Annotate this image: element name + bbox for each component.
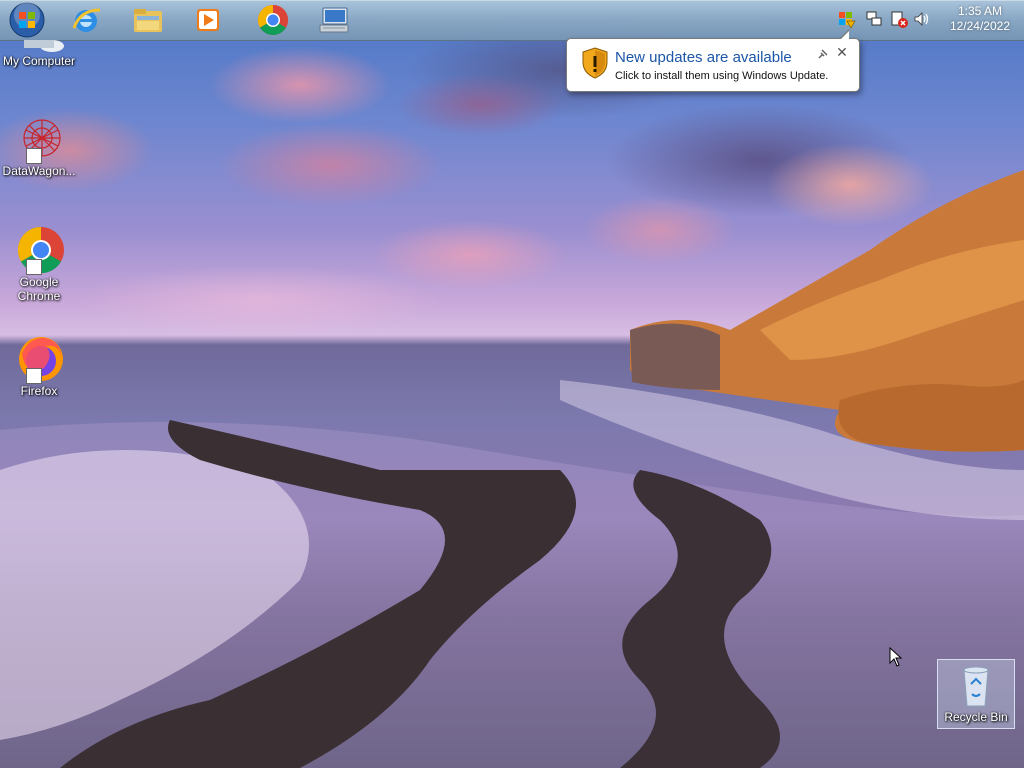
desktop-icon-my-computer[interactable]: My Computer (1, 40, 77, 68)
computer-icon (14, 40, 64, 54)
action-center-icon[interactable] (889, 9, 909, 29)
firefox-icon (14, 334, 64, 384)
network-icon[interactable] (864, 9, 884, 29)
recycle-bin-icon (963, 666, 989, 707)
pin-icon[interactable] (817, 48, 829, 60)
recycle-bin-label: Recycle Bin (944, 710, 1008, 724)
shortcut-arrow-icon (26, 259, 42, 275)
clock-date: 12/24/2022 (949, 19, 1010, 33)
update-notification[interactable]: New updates are available Click to insta… (566, 29, 860, 92)
shortcut-arrow-icon (26, 148, 42, 164)
wallpaper-landscape (0, 170, 1024, 768)
desktop-icon-label: DataWagon... (2, 164, 76, 178)
chrome-icon[interactable] (251, 2, 295, 38)
desktop-icon-label: Google Chrome (17, 275, 61, 303)
volume-icon[interactable] (912, 9, 932, 29)
chrome-icon (14, 225, 64, 275)
start-button[interactable] (8, 1, 46, 39)
notification-message: Click to install them using Windows Upda… (615, 70, 829, 82)
desktop-icon-firefox[interactable]: Firefox (1, 334, 77, 398)
shortcut-arrow-icon (26, 368, 42, 384)
desktop-icon-datawagon[interactable]: DataWagon... (1, 114, 77, 178)
taskbar: 1:35 AM 12/24/2022 (0, 0, 1024, 41)
desktop-icon-recycle-bin[interactable]: Recycle Bin (937, 659, 1015, 729)
clock-time: 1:35 AM (957, 4, 1002, 18)
shield-warning-icon (582, 47, 608, 79)
windows-update-icon[interactable] (836, 9, 856, 29)
notification-tail-inner (840, 31, 849, 40)
media-player-icon[interactable] (186, 2, 230, 38)
datawagon-icon (14, 114, 64, 164)
clock[interactable]: 1:35 AM 12/24/2022 (950, 4, 1010, 34)
mouse-cursor-icon (889, 647, 903, 667)
notification-title: New updates are available (615, 49, 792, 66)
close-icon[interactable]: ✕ (835, 45, 849, 59)
remote-desktop-icon[interactable] (312, 2, 356, 38)
desktop-icon-google-chrome[interactable]: Google Chrome (1, 225, 77, 303)
desktop-wallpaper (0, 0, 1024, 768)
internet-explorer-icon[interactable] (64, 2, 108, 38)
file-explorer-icon[interactable] (126, 2, 170, 38)
desktop-icon-label: My Computer (2, 54, 76, 68)
desktop-icon-label: Firefox (20, 384, 58, 398)
